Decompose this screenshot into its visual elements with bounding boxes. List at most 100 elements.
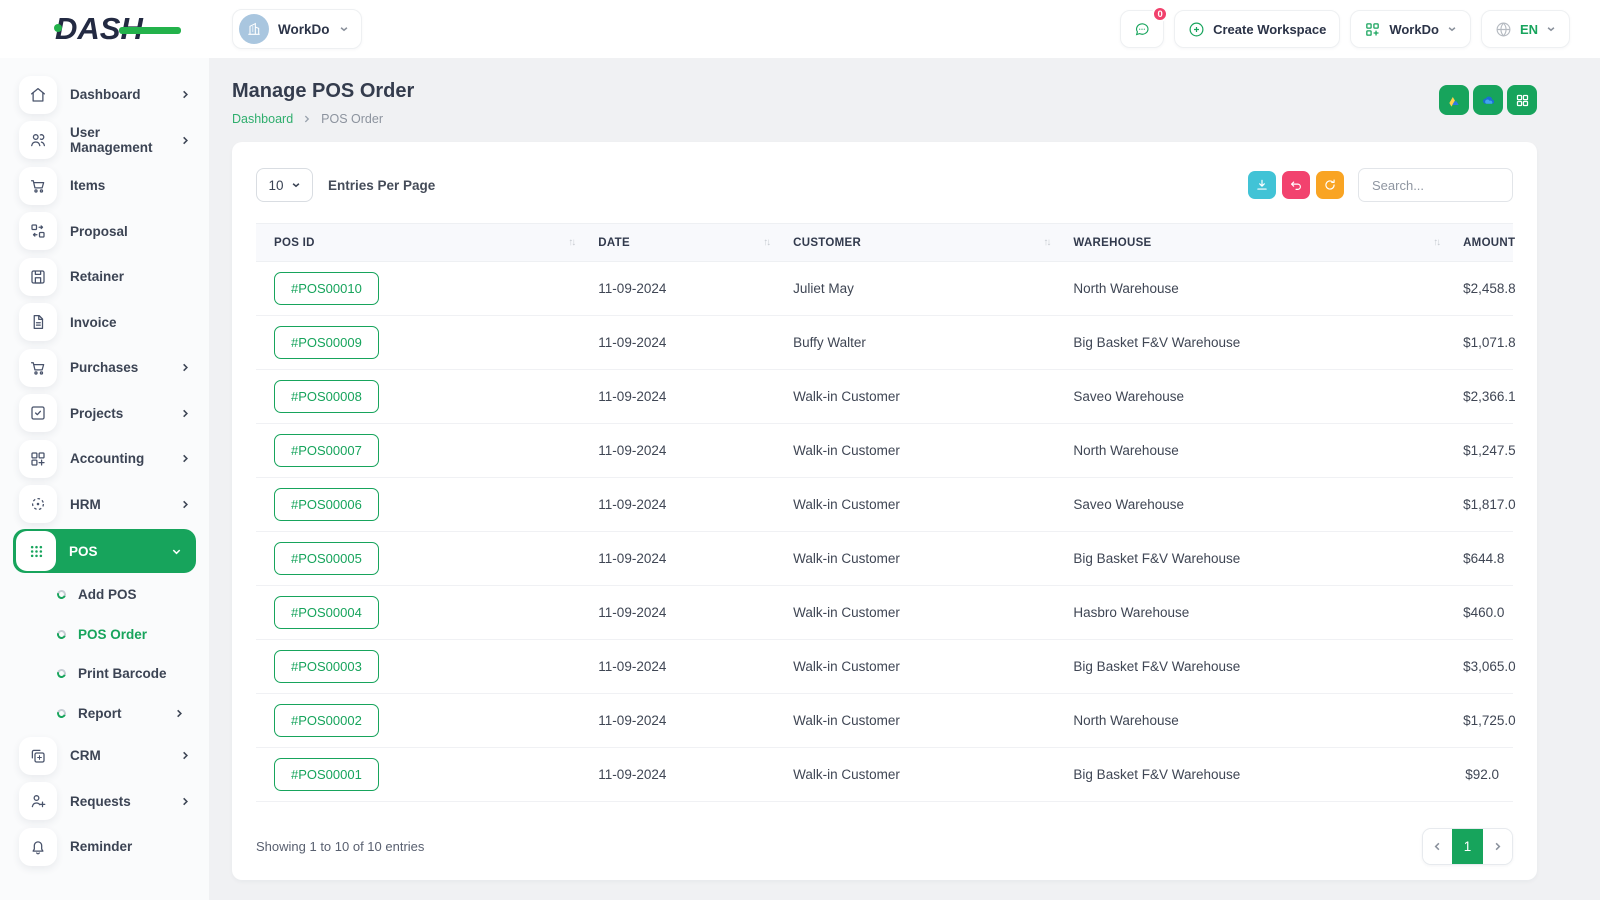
reset-button[interactable] [1282, 171, 1310, 199]
pos-id-link[interactable]: #POS00006 [274, 488, 379, 521]
table-row: #POS00010 11-09-2024 Juliet May North Wa… [256, 261, 1516, 316]
main-content: Manage POS Order Dashboard POS Order 10 … [209, 58, 1600, 900]
workspace-name: WorkDo [278, 21, 330, 37]
breadcrumb: Dashboard POS Order [232, 112, 414, 126]
table-row: #POS00007 11-09-2024 Walk-in Customer No… [256, 423, 1516, 478]
chevron-right-icon [180, 135, 191, 146]
amount-cell: $644.8 [1445, 531, 1513, 586]
language-selector[interactable]: EN [1480, 10, 1570, 48]
building-icon [248, 22, 260, 35]
table-row: #POS00001 11-09-2024 Walk-in Customer Bi… [256, 747, 1513, 802]
export-button[interactable] [1248, 171, 1276, 199]
pos-id-link[interactable]: #POS00001 [274, 758, 379, 791]
date-cell: 11-09-2024 [580, 531, 776, 586]
messages-button[interactable]: 0 [1120, 6, 1169, 48]
sidebar-item-reminder[interactable]: Reminder [0, 824, 209, 870]
warehouse-cell: Hasbro Warehouse [1055, 585, 1446, 640]
sort-icon[interactable]: ↑↓ [1043, 237, 1051, 248]
plus-circle-icon [1189, 22, 1204, 36]
copy-squares-icon [19, 736, 57, 775]
chevron-right-icon [302, 114, 312, 124]
next-page-button[interactable] [1483, 829, 1512, 864]
sidebar-item-accounting[interactable]: Accounting [0, 436, 209, 482]
sidebar-item-proposal[interactable]: Proposal [0, 209, 209, 255]
pos-id-link[interactable]: #POS00010 [274, 272, 379, 305]
chat-icon [1135, 22, 1149, 35]
app-logo: DASH [54, 11, 181, 47]
app-menu-label: WorkDo [1389, 21, 1439, 37]
sidebar-item-items[interactable]: Items [0, 163, 209, 209]
entries-per-page-select[interactable]: 10 [256, 168, 313, 202]
pos-id-link[interactable]: #POS00005 [274, 542, 379, 575]
customer-cell: Walk-in Customer [775, 639, 1056, 694]
bullet-icon [55, 628, 68, 641]
pos-id-link[interactable]: #POS00004 [274, 596, 379, 629]
logo-dot-icon [54, 24, 62, 32]
grid-dots-icon [16, 531, 56, 571]
sidebar-item-projects[interactable]: Projects [0, 391, 209, 437]
grid-plus-icon [19, 439, 57, 478]
sidebar-item-pos[interactable]: POS [13, 529, 196, 573]
entries-per-page-label: Entries Per Page [328, 177, 436, 193]
bullet-icon [55, 588, 68, 601]
pos-id-link[interactable]: #POS00003 [274, 650, 379, 683]
sidebar-item-retainer[interactable]: Retainer [0, 254, 209, 300]
pos-order-table: POS ID ↑↓ DATE ↑↓ CUSTOMER ↑↓ WAREHOUSE ↑↓ A… [256, 223, 1516, 802]
chevron-right-icon [180, 453, 191, 464]
sidebar-item-purchases[interactable]: Purchases [0, 345, 209, 391]
search-input[interactable] [1358, 168, 1513, 202]
topbar: DASH WorkDo 0 Create Workspace WorkDo EN [0, 0, 1600, 58]
sidebar-item-hrm[interactable]: HRM [0, 482, 209, 528]
grid-view-button[interactable] [1507, 85, 1537, 115]
date-cell: 11-09-2024 [580, 639, 776, 694]
customer-cell: Walk-in Customer [775, 423, 1056, 478]
onedrive-button[interactable] [1473, 85, 1503, 115]
workspace-selector[interactable]: WorkDo [232, 9, 362, 49]
sort-icon[interactable]: ↑↓ [568, 237, 576, 248]
pos-id-link[interactable]: #POS00008 [274, 380, 379, 413]
google-drive-button[interactable] [1439, 85, 1469, 115]
refresh-icon [1325, 179, 1335, 190]
sidebar-item-invoice[interactable]: Invoice [0, 300, 209, 346]
sidebar-item-requests[interactable]: Requests [0, 779, 209, 825]
sidebar-subitem-pos-order[interactable]: POS Order [0, 615, 209, 655]
sidebar-item-dashboard[interactable]: Dashboard [0, 72, 209, 118]
user-plus-icon [19, 782, 57, 821]
amount-cell: $92.0 [1445, 747, 1513, 802]
refresh-button[interactable] [1316, 171, 1344, 199]
workspace-avatar [239, 14, 269, 44]
customer-cell: Walk-in Customer [775, 369, 1056, 424]
amount-cell: $460.0 [1445, 585, 1513, 640]
warehouse-cell: Saveo Warehouse [1055, 369, 1446, 424]
customer-cell: Buffy Walter [775, 315, 1056, 370]
sidebar-subitem-report[interactable]: Report [0, 694, 209, 734]
create-workspace-button[interactable]: Create Workspace [1174, 10, 1341, 48]
sidebar-subitem-print-barcode[interactable]: Print Barcode [0, 654, 209, 694]
sidebar-item-user-management[interactable]: User Management [0, 118, 209, 164]
table-controls: 10 Entries Per Page [256, 168, 1513, 202]
sidebar-item-crm[interactable]: CRM [0, 733, 209, 779]
customer-cell: Walk-in Customer [775, 585, 1056, 640]
chevron-down-icon [171, 546, 182, 557]
bullet-icon [55, 667, 68, 680]
table-row: #POS00003 11-09-2024 Walk-in Customer Bi… [256, 639, 1516, 694]
breadcrumb-current: POS Order [321, 112, 383, 126]
sidebar: Dashboard User Management Items Proposal… [0, 58, 209, 900]
sort-icon[interactable]: ↑↓ [763, 237, 771, 248]
sidebar-subitem-add-pos[interactable]: Add POS [0, 575, 209, 615]
users-icon [19, 121, 57, 160]
table-header-row: POS ID ↑↓ DATE ↑↓ CUSTOMER ↑↓ WAREHOUSE ↑↓ A… [256, 223, 1515, 262]
app-menu-button[interactable]: WorkDo [1350, 10, 1471, 48]
sort-icon[interactable]: ↑↓ [1433, 237, 1441, 248]
pos-id-link[interactable]: #POS00002 [274, 704, 379, 737]
pos-id-link[interactable]: #POS00009 [274, 326, 379, 359]
pos-id-link[interactable]: #POS00007 [274, 434, 379, 467]
page-actions [1439, 85, 1537, 115]
prev-page-button[interactable] [1423, 829, 1452, 864]
warehouse-cell: North Warehouse [1055, 693, 1446, 748]
breadcrumb-dashboard-link[interactable]: Dashboard [232, 112, 293, 126]
current-page-button[interactable]: 1 [1452, 829, 1483, 864]
showing-entries-text: Showing 1 to 10 of 10 entries [256, 839, 425, 854]
amount-cell: $3,065.0 [1445, 639, 1516, 694]
page-title: Manage POS Order [232, 80, 415, 102]
